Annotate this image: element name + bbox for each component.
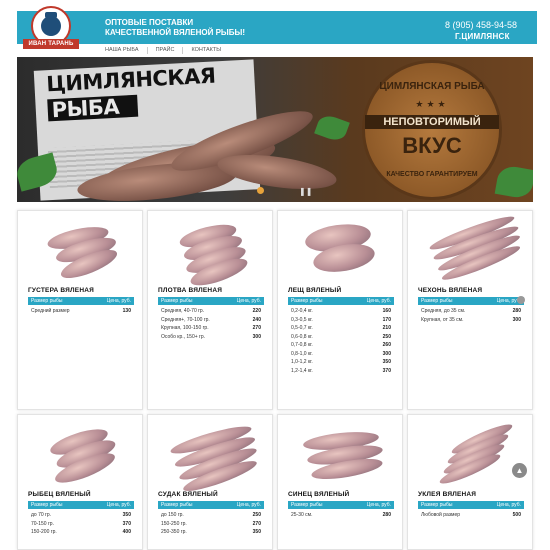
price-table-header: Размер рыбы Цена, руб. — [158, 297, 264, 305]
product-card[interactable]: ЧЕХОНЬ ВЯЛЕНАЯ Размер рыбы Цена, руб. Сре… — [407, 210, 533, 410]
table-row: Средняя+, 70-100 гр. 240 — [161, 316, 261, 323]
table-row: Средняя, 40-70 гр. 220 — [161, 308, 261, 314]
side-scroll-handle[interactable] — [517, 296, 525, 304]
price-table-header: Размер рыбы Цена, руб. — [418, 297, 524, 305]
price-table: 25-30 см. 280 — [288, 511, 394, 520]
table-row: 0,6-0,8 кг. 250 — [291, 333, 391, 340]
product-image — [33, 419, 129, 489]
stamp-mid-text: НЕПОВТОРИМЫЙ — [365, 115, 499, 129]
price-table: Средняя, 40-70 гр. 220 Средняя+, 70-100 г… — [158, 307, 264, 341]
tagline-line2: КАЧЕСТВЕННОЙ ВЯЛЕНОЙ РЫБЫ! — [105, 28, 245, 37]
brand-logo[interactable]: ИВАН ТАРАНЬ — [23, 6, 79, 54]
slider-dot-active[interactable] — [257, 187, 264, 194]
product-image — [423, 419, 519, 489]
site-tagline: ОПТОВЫЕ ПОСТАВКИ КАЧЕСТВЕННОЙ ВЯЛЕНОЙ РЫ… — [105, 18, 305, 38]
nav-item-our-fish[interactable]: НАША РЫБА — [105, 47, 148, 54]
table-row: 1,0-1,2 кг. 350 — [291, 359, 391, 365]
product-name: СИНЕЦ ВЯЛЕНЫЙ — [288, 491, 350, 498]
product-name: ПЛОТВА ВЯЛЕНАЯ — [158, 287, 223, 294]
pause-icon[interactable]: ❚❚ — [299, 187, 312, 197]
main-nav: НАША РЫБА ПРАЙС КОНТАКТЫ — [105, 47, 229, 54]
table-row: до 70 гр. 350 — [31, 512, 131, 518]
price-table: до 150 гр. 250 150-250 гр. 270 250-350 гр.… — [158, 511, 264, 537]
stamp-top-text: ЦИМЛЯНСКАЯ РЫБА — [379, 81, 485, 92]
phone-number[interactable]: 8 (905) 458-94-58 — [445, 20, 517, 30]
nav-item-price[interactable]: ПРАЙС — [148, 47, 184, 54]
table-row: 25-30 см. 280 — [291, 512, 391, 518]
price-table: Любовой размер 500 — [418, 511, 524, 520]
product-name: ГУСТЕРА ВЯЛЕНАЯ — [28, 287, 94, 294]
table-row: 0,5-0,7 кг. 210 — [291, 325, 391, 331]
price-table-header: Размер рыбы Цена, руб. — [28, 501, 134, 509]
product-image — [293, 419, 389, 489]
table-row: Любовой размер 500 — [421, 512, 521, 518]
product-image — [163, 419, 260, 496]
product-name: ЛЕЩ ВЯЛЕНЫЙ — [288, 287, 342, 294]
logo-text: ИВАН ТАРАНЬ — [23, 39, 79, 49]
table-row: 1,2-1,4 кг. 370 — [291, 367, 391, 374]
tagline-line1: ОПТОВЫЕ ПОСТАВКИ — [105, 18, 194, 27]
price-table-header: Размер рыбы Цена, руб. — [418, 501, 524, 509]
parsley-leaf-icon — [494, 164, 533, 200]
table-row: 150-200 гр. 400 — [31, 529, 131, 535]
table-row: Средний размер 130 — [31, 308, 131, 314]
table-row: 0,8-1,0 кг. 300 — [291, 350, 391, 357]
product-name: УКЛЕЯ ВЯЛЕНАЯ — [418, 491, 477, 498]
stamp-big-text: ВКУС — [402, 133, 462, 158]
product-card[interactable]: СУДАК ВЯЛЕНЫЙ Размер рыбы Цена, руб. до 1… — [147, 414, 273, 550]
price-table: до 70 гр. 350 70-150 гр. 370 150-200 гр. 40… — [28, 511, 134, 537]
product-card[interactable]: УКЛЕЯ ВЯЛЕНАЯ Размер рыбы Цена, руб. Любо… — [407, 414, 533, 550]
price-table: 0,2-0,4 кг. 160 0,3-0,5 кг. 170 0,5-0,7 кг… — [288, 307, 394, 375]
product-image — [423, 211, 523, 285]
product-card[interactable]: ЛЕЩ ВЯЛЕНЫЙ Размер рыбы Цена, руб. 0,2-0,… — [277, 210, 403, 410]
quality-stamp: ЦИМЛЯНСКАЯ РЫБА ★★★ НЕПОВТОРИМЫЙ ВКУС КА… — [362, 60, 502, 200]
product-image — [163, 215, 259, 291]
table-row: Средняя, до 35 см. 280 — [421, 308, 521, 314]
table-row: Крупная, от 35 см. 300 — [421, 316, 521, 323]
product-card[interactable]: СИНЕЦ ВЯЛЕНЫЙ Размер рыбы Цена, руб. 25-3… — [277, 414, 403, 550]
table-row: Крупная, 100-150 гр. 270 — [161, 325, 261, 331]
table-row: Особо кр., 150+ гр. 300 — [161, 333, 261, 340]
price-table-header: Размер рыбы Цена, руб. — [28, 297, 134, 305]
table-row: до 150 гр. 250 — [161, 512, 261, 518]
table-row: 0,2-0,4 кг. 160 — [291, 308, 391, 314]
product-card[interactable]: ГУСТЕРА ВЯЛЕНАЯ Размер рыбы Цена, руб. Ср… — [17, 210, 143, 410]
product-name: РЫБЕЦ ВЯЛЕНЫЙ — [28, 491, 91, 498]
table-row: 250-350 гр. 350 — [161, 529, 261, 535]
stamp-stars: ★★★ — [415, 99, 449, 109]
price-table-header: Размер рыбы Цена, руб. — [158, 501, 264, 509]
price-table-header: Размер рыбы Цена, руб. — [288, 297, 394, 305]
table-row: 0,7-0,8 кг. 260 — [291, 342, 391, 348]
hero-banner[interactable]: ЦИМЛЯНСКАЯ РЫБА ЦИМЛЯНСКАЯ РЫБА ★★★ НЕПО… — [17, 57, 533, 202]
stamp-bottom-text: КАЧЕСТВО ГАРАНТИРУЕМ — [386, 171, 478, 178]
arrow-up-icon[interactable]: ▲ — [512, 463, 527, 478]
table-row: 0,3-0,5 кг. 170 — [291, 316, 391, 323]
price-table: Средняя, до 35 см. 280 Крупная, от 35 см.… — [418, 307, 524, 324]
product-image — [33, 215, 129, 285]
product-card[interactable]: ПЛОТВА ВЯЛЕНАЯ Размер рыбы Цена, руб. Сре… — [147, 210, 273, 410]
product-name: СУДАК ВЯЛЕНЫЙ — [158, 491, 218, 498]
product-name: ЧЕХОНЬ ВЯЛЕНАЯ — [418, 287, 483, 294]
banner-title: ЦИМЛЯНСКАЯ РЫБА — [46, 64, 217, 123]
price-table-header: Размер рыбы Цена, руб. — [288, 501, 394, 509]
price-table: Средний размер 130 — [28, 307, 134, 316]
product-card[interactable]: РЫБЕЦ ВЯЛЕНЫЙ Размер рыбы Цена, руб. до 7… — [17, 414, 143, 550]
product-image — [293, 215, 389, 285]
table-row: 70-150 гр. 370 — [31, 520, 131, 527]
city-name: Г.ЦИМЛЯНСК — [455, 32, 510, 41]
nav-item-contacts[interactable]: КОНТАКТЫ — [183, 47, 229, 54]
table-row: 150-250 гр. 270 — [161, 520, 261, 527]
